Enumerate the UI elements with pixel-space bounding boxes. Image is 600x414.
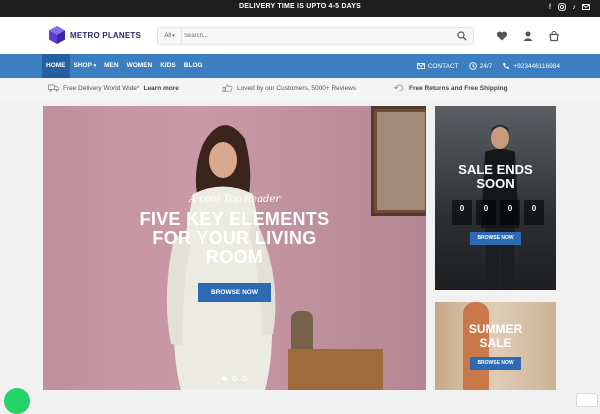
sale-promo-title: SALE ENDS SOON xyxy=(435,163,556,191)
site-header: METRO PLANETS All▾ xyxy=(0,17,600,54)
mail-icon xyxy=(416,63,425,69)
nav-item-kids[interactable]: KIDS xyxy=(156,54,180,78)
hero-title-line-1: FIVE KEY ELEMENTS xyxy=(139,209,330,229)
summer-promo-title-line-2: SALE xyxy=(479,336,512,350)
heart-icon[interactable] xyxy=(496,29,508,41)
countdown-minutes: 0 xyxy=(500,200,520,225)
phone-link[interactable]: +923446116984 xyxy=(502,62,560,70)
truck-icon xyxy=(48,84,59,92)
user-icon[interactable] xyxy=(522,29,534,41)
main-nav: HOME SHOP ▾ MEN WOMEN KIDS BLOG CONTACT … xyxy=(0,54,600,78)
slider-dot-2[interactable] xyxy=(232,376,237,381)
nav-item-home[interactable]: HOME xyxy=(42,54,70,78)
sale-promo-title-line-2: SOON xyxy=(476,176,515,191)
side-table xyxy=(288,349,383,390)
nav-item-men[interactable]: MEN xyxy=(100,54,122,78)
top-bar: DELIVERY TIME IS UPTO 4-5 DAYS f ♪ xyxy=(0,0,600,17)
feature-delivery-text: Free Delivery World Wide* xyxy=(63,84,140,92)
countdown-timer: 0 0 0 0 xyxy=(452,200,544,225)
countdown-hours: 0 xyxy=(476,200,496,225)
hero-browse-button[interactable]: BROWSE NOW xyxy=(198,283,271,302)
feature-reviews: Loved by our Customers, 5000+ Reviews xyxy=(222,84,356,92)
sale-promo-title-line-1: SALE ENDS xyxy=(458,162,533,177)
sale-promo-banner[interactable]: SALE ENDS SOON 0 0 0 0 BROWSE NOW xyxy=(435,106,556,290)
hero-title-line-2: FOR YOUR LIVING xyxy=(152,228,317,248)
summer-promo-title: SUMMER SALE xyxy=(435,322,556,350)
logo-text: METRO PLANETS xyxy=(70,30,142,40)
learn-more-link[interactable]: Learn more xyxy=(143,85,178,92)
delivery-notice: DELIVERY TIME IS UPTO 4-5 DAYS xyxy=(239,3,361,10)
sale-browse-button[interactable]: BROWSE NOW xyxy=(470,232,521,245)
slider-dot-1[interactable] xyxy=(222,376,227,381)
hours-label: 24/7 xyxy=(479,62,493,70)
search-icon[interactable] xyxy=(457,31,467,41)
countdown-minutes-value: 0 xyxy=(507,204,513,213)
hours-link[interactable]: 24/7 xyxy=(468,62,493,70)
feature-returns: Free Returns and Free Shipping xyxy=(394,84,508,92)
feature-delivery: Free Delivery World Wide* Learn more xyxy=(48,84,179,92)
thumbs-up-icon xyxy=(222,84,233,92)
phone-number: +923446116984 xyxy=(513,62,560,70)
nav-item-shop[interactable]: SHOP ▾ xyxy=(70,54,101,78)
countdown-days-value: 0 xyxy=(459,204,465,213)
category-select[interactable]: All▾ xyxy=(158,28,182,44)
whatsapp-chat-icon[interactable] xyxy=(4,388,30,414)
scroll-corner-button[interactable] xyxy=(576,393,598,407)
chevron-down-icon: ▾ xyxy=(93,63,97,69)
contact-label: CONTACT xyxy=(427,62,459,70)
search-input[interactable] xyxy=(184,29,444,43)
summer-promo-title-line-1: SUMMER xyxy=(468,322,523,336)
instagram-icon[interactable] xyxy=(558,3,566,12)
countdown-seconds: 0 xyxy=(524,200,544,225)
logo-icon xyxy=(49,26,65,44)
slider-dot-3[interactable] xyxy=(242,376,247,381)
countdown-hours-value: 0 xyxy=(483,204,489,213)
email-icon[interactable] xyxy=(582,3,590,12)
category-label: All xyxy=(164,33,172,39)
nav-item-blog[interactable]: BLOG xyxy=(180,54,207,78)
search-bar: All▾ xyxy=(157,27,474,45)
chevron-down-icon: ▾ xyxy=(172,33,175,39)
summer-browse-button[interactable]: BROWSE NOW xyxy=(470,357,521,370)
social-links: f ♪ xyxy=(546,3,590,12)
nav-menu: HOME SHOP ▾ MEN WOMEN KIDS BLOG xyxy=(42,54,207,78)
feature-reviews-text: Loved by our Customers, 5000+ Reviews xyxy=(237,84,357,92)
hero-title-line-3: ROOM xyxy=(205,247,264,267)
logo[interactable]: METRO PLANETS xyxy=(48,25,141,45)
countdown-seconds-value: 0 xyxy=(531,204,537,213)
summer-promo-banner[interactable]: SUMMER SALE BROWSE NOW xyxy=(435,302,556,390)
facebook-icon[interactable]: f xyxy=(546,3,554,12)
features-strip: Free Delivery World Wide* Learn more Lov… xyxy=(0,78,600,100)
phone-icon xyxy=(503,63,510,69)
countdown-days: 0 xyxy=(452,200,472,225)
return-icon xyxy=(394,84,404,92)
nav-item-shop-label: SHOP xyxy=(73,62,92,69)
hero-tagline: A cool Top header xyxy=(188,194,281,205)
cart-icon[interactable] xyxy=(548,29,560,42)
nav-item-women[interactable]: WOMEN xyxy=(123,54,157,78)
hero-title: FIVE KEY ELEMENTS FOR YOUR LIVING ROOM xyxy=(113,210,356,267)
tiktok-icon[interactable]: ♪ xyxy=(570,3,578,12)
clock-icon xyxy=(468,62,477,70)
hero-slider: A cool Top header FIVE KEY ELEMENTS FOR … xyxy=(43,106,426,390)
feature-returns-text: Free Returns and Free Shipping xyxy=(409,84,508,92)
slider-dots xyxy=(43,376,426,381)
vase-image xyxy=(291,311,313,351)
nav-contact-info: CONTACT 24/7 +923446116984 xyxy=(416,54,560,78)
header-icons xyxy=(496,29,560,42)
contact-link[interactable]: CONTACT xyxy=(416,62,459,70)
